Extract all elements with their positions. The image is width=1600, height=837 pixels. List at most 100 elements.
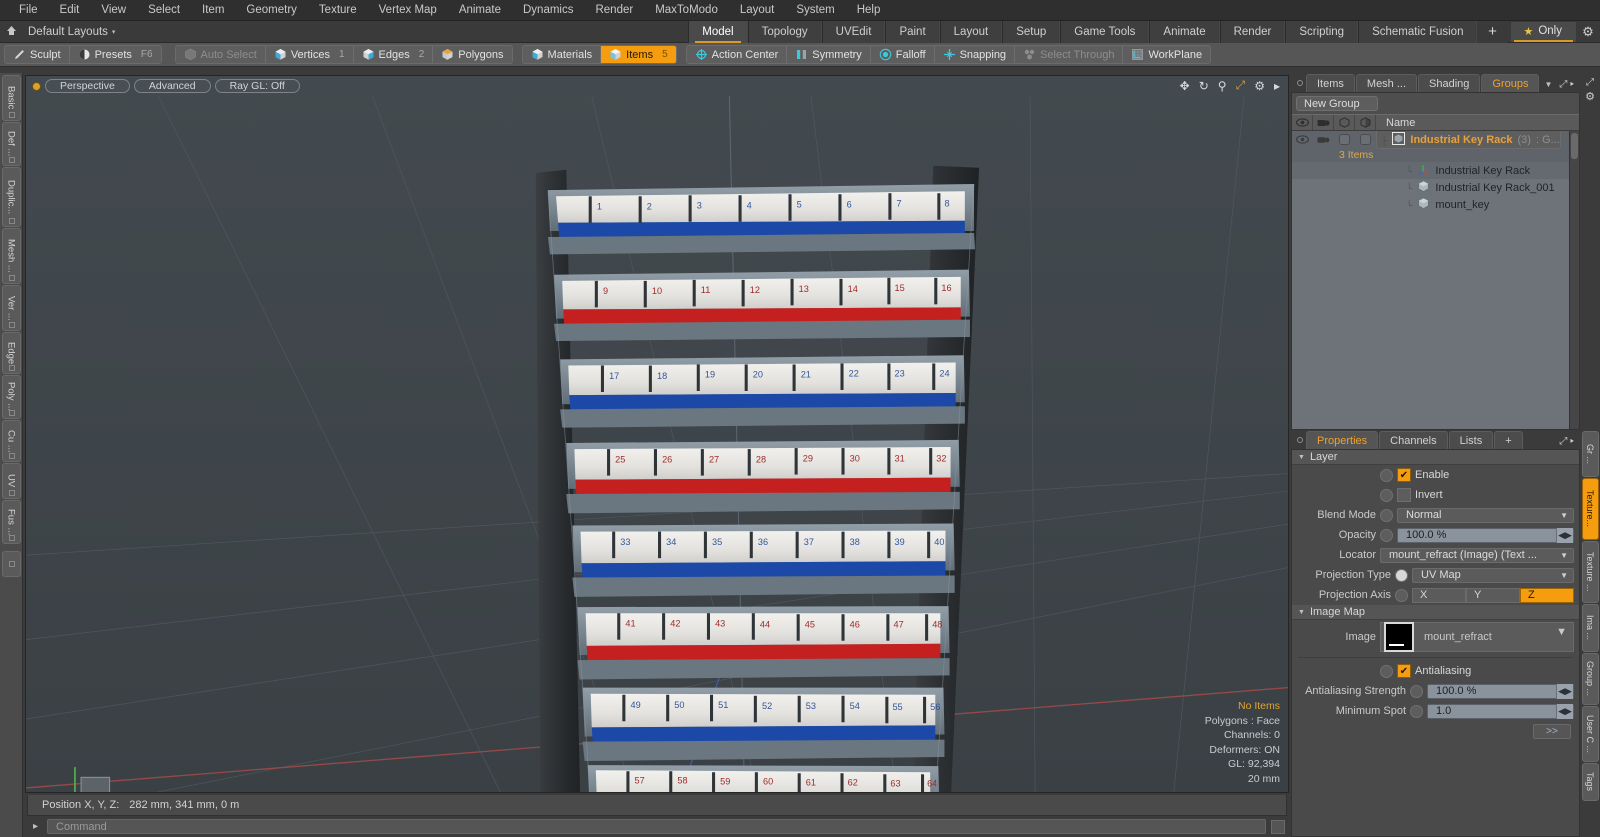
list-item[interactable]: └ Industrial Key Rack	[1292, 162, 1579, 179]
axis-y-button[interactable]: Y	[1466, 587, 1520, 603]
antialiasing-knob[interactable]	[1380, 664, 1393, 678]
viewport-shading-button[interactable]: Advanced	[133, 79, 211, 93]
invert-knob[interactable]	[1380, 488, 1393, 502]
panel-menu-dot[interactable]	[1294, 431, 1306, 449]
viewport-perspective-button[interactable]: Perspective	[45, 79, 130, 93]
symmetry-button[interactable]: Symmetry	[787, 46, 871, 63]
sculpt-button[interactable]: Sculpt	[5, 46, 70, 63]
menu-item-edit[interactable]: Edit	[49, 2, 91, 18]
sidebar-item-curve[interactable]: Cu ...	[1, 420, 21, 462]
opacity-input[interactable]: 100.0 % ◀▶	[1397, 527, 1574, 543]
right-tab-images[interactable]: Ima ...	[1581, 604, 1599, 652]
viewport-raygl-button[interactable]: Ray GL: Off	[214, 79, 300, 93]
menu-item-view[interactable]: View	[90, 2, 137, 18]
more-options-button[interactable]: >>	[1533, 724, 1571, 739]
command-history-button[interactable]	[1271, 819, 1285, 834]
sidebar-item-uv[interactable]: UV	[1, 463, 21, 499]
axis-x-button[interactable]: X	[1412, 587, 1466, 603]
only-toggle-button[interactable]: ★ Only	[1511, 21, 1576, 42]
projection-type-select[interactable]: UV Map ▼	[1412, 567, 1574, 583]
locator-select[interactable]: mount_refract (Image) (Text ... ▼	[1380, 547, 1574, 563]
tab-schematic-fusion[interactable]: Schematic Fusion	[1358, 20, 1478, 43]
panel-expand-icon[interactable]: ⤢ ▸	[1559, 79, 1580, 92]
tab-shading[interactable]: Shading	[1418, 74, 1481, 92]
3d-viewport[interactable]: 123 456 78 9 10 11 12 13 14 15 16 17 18 19 20 21…	[25, 75, 1289, 793]
new-group-button[interactable]: New Group	[1296, 96, 1378, 111]
tab-channels[interactable]: Channels	[1379, 431, 1448, 449]
sidebar-item-edge[interactable]: Edge	[1, 332, 21, 374]
menu-item-animate[interactable]: Animate	[448, 2, 512, 18]
snapping-button[interactable]: Snapping	[935, 46, 1016, 63]
move-icon[interactable]: ✥	[1180, 79, 1190, 93]
sidebar-item-vertex[interactable]: Ver ...	[1, 285, 21, 331]
viewport-menu-dot[interactable]	[32, 81, 41, 91]
render-icon[interactable]	[1334, 115, 1355, 130]
section-image-map[interactable]: ▼ Image Map	[1292, 605, 1579, 620]
projection-type-knob[interactable]	[1395, 568, 1408, 582]
aa-strength-input[interactable]: 100.0 % ◀▶	[1427, 683, 1574, 699]
camera-icon[interactable]	[1313, 115, 1334, 130]
rotate-icon[interactable]: ↻	[1199, 79, 1209, 93]
row-shadow-toggle[interactable]	[1355, 131, 1376, 148]
blend-mode-knob[interactable]	[1380, 508, 1393, 522]
sidebar-item-fusion[interactable]: Fus ...	[1, 500, 21, 544]
tab-mesh[interactable]: Mesh ...	[1355, 74, 1418, 92]
gear-icon[interactable]: ⚙	[1254, 79, 1265, 93]
tab-uvedit[interactable]: UVEdit	[821, 20, 886, 43]
edges-button[interactable]: Edges 2	[354, 46, 434, 63]
tab-properties[interactable]: Properties	[1306, 431, 1379, 449]
right-tab-tags[interactable]: Tags	[1581, 763, 1599, 801]
aa-strength-stepper[interactable]: ◀▶	[1556, 683, 1573, 699]
min-spot-input[interactable]: 1.0 ◀▶	[1427, 703, 1574, 719]
right-tab-groups2[interactable]: Group ...	[1581, 653, 1599, 705]
tab-items[interactable]: Items	[1306, 74, 1355, 92]
tab-lists[interactable]: Lists	[1448, 431, 1494, 449]
menu-item-layout[interactable]: Layout	[729, 2, 786, 18]
enable-checkbox[interactable]: ✔	[1397, 468, 1411, 482]
right-tab-texture[interactable]: Texture ...	[1581, 541, 1599, 603]
action-center-button[interactable]: Action Center	[687, 46, 788, 63]
sidebar-item-extra[interactable]	[1, 551, 21, 577]
tab-scripting[interactable]: Scripting	[1285, 20, 1359, 43]
menu-item-vertex-map[interactable]: Vertex Map	[368, 2, 448, 18]
tree-child-row[interactable]: └ mount_key	[1376, 197, 1489, 213]
panel-menu-dot[interactable]	[1294, 74, 1306, 92]
groups-tree[interactable]: ├ Industrial Key Rack (3) : G... 3 Items	[1292, 131, 1579, 429]
projection-axis-knob[interactable]	[1395, 588, 1408, 602]
menu-item-maxtomodo[interactable]: MaxToModo	[644, 2, 729, 18]
list-item[interactable]: └ mount_key	[1292, 196, 1579, 213]
menu-item-system[interactable]: System	[785, 2, 845, 18]
sidebar-item-polygon[interactable]: Poly ...	[1, 375, 21, 419]
menu-item-select[interactable]: Select	[137, 2, 191, 18]
tab-game-tools[interactable]: Game Tools	[1060, 20, 1150, 43]
polygons-button[interactable]: Polygons	[433, 46, 511, 63]
menu-item-item[interactable]: Item	[191, 2, 235, 18]
image-thumbnail[interactable]	[1384, 622, 1414, 652]
menu-item-render[interactable]: Render	[584, 2, 644, 18]
tab-groups[interactable]: Groups	[1481, 74, 1540, 92]
axis-z-button[interactable]: Z	[1520, 587, 1574, 603]
tab-paint[interactable]: Paint	[885, 20, 940, 43]
tab-add[interactable]: +	[1494, 431, 1523, 449]
enable-knob[interactable]	[1380, 468, 1393, 482]
right-tab-user-channels[interactable]: User C ...	[1581, 706, 1599, 762]
add-tab-button[interactable]: +	[1477, 20, 1508, 43]
chevron-down-icon[interactable]: ▾	[112, 28, 116, 36]
menu-item-texture[interactable]: Texture	[308, 2, 368, 18]
zoom-icon[interactable]: ⚲	[1218, 79, 1227, 93]
auto-select-button[interactable]: Auto Select	[176, 46, 266, 63]
menu-item-geometry[interactable]: Geometry	[235, 2, 308, 18]
right-tab-texture-selected[interactable]: Texture...	[1581, 478, 1599, 540]
tab-layout[interactable]: Layout	[939, 20, 1003, 43]
aa-strength-knob[interactable]	[1410, 684, 1423, 698]
invert-checkbox[interactable]: ✔	[1397, 488, 1411, 502]
tab-model[interactable]: Model	[688, 20, 748, 43]
fit-icon[interactable]: ⤢	[1236, 78, 1246, 93]
opacity-stepper[interactable]: ◀▶	[1556, 527, 1573, 543]
row-camera-toggle[interactable]	[1313, 131, 1334, 148]
select-through-button[interactable]: Select Through	[1015, 46, 1124, 63]
tab-setup[interactable]: Setup	[1002, 20, 1061, 43]
tab-animate[interactable]: Animate	[1149, 20, 1220, 43]
chevron-down-icon[interactable]: ▼	[1540, 80, 1558, 92]
tree-child-row[interactable]: └ Industrial Key Rack_001	[1376, 180, 1555, 196]
